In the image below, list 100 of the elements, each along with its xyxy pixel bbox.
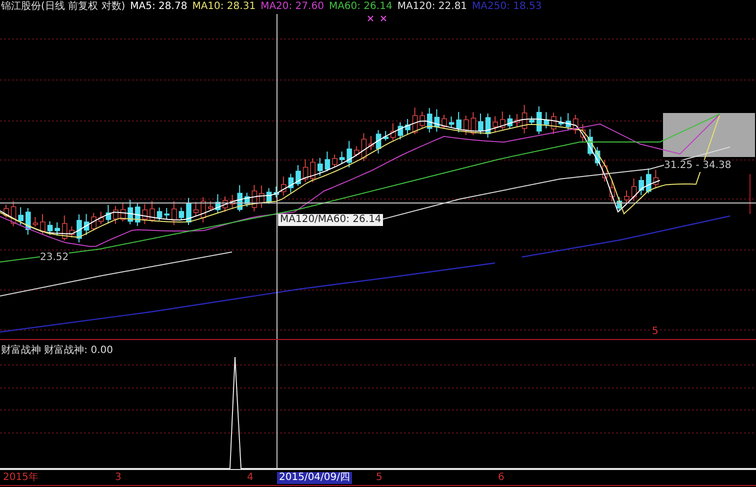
candlestick xyxy=(76,214,82,243)
candlestick xyxy=(522,104,528,134)
candlestick xyxy=(573,114,578,134)
candlestick xyxy=(492,116,498,132)
candlestick xyxy=(106,204,112,224)
candlestick xyxy=(368,135,374,151)
candlestick xyxy=(26,208,31,236)
cross-marker-icon xyxy=(368,16,386,22)
candlestick xyxy=(339,151,345,164)
candlestick xyxy=(230,194,236,210)
price-range-label: 31.25 - 34.38 xyxy=(664,160,732,172)
candlestick xyxy=(310,158,316,183)
moving-average-label: MA10: 28.31 xyxy=(192,0,256,14)
candlestick xyxy=(10,200,16,227)
candlestick xyxy=(442,114,447,130)
candlestick xyxy=(354,146,360,157)
candlestick xyxy=(624,190,630,204)
candlestick xyxy=(98,211,104,225)
candlestick xyxy=(361,132,367,162)
candlestick xyxy=(405,118,410,136)
chart-title: 锦江股份(日线 前复权 对数) xyxy=(1,0,126,14)
candlestick xyxy=(346,140,352,168)
candlestick xyxy=(383,130,388,142)
candlestick xyxy=(237,184,242,212)
candlestick xyxy=(507,114,513,130)
candlestick xyxy=(252,184,258,212)
candlestick xyxy=(193,201,199,217)
candlestick xyxy=(376,130,382,154)
candlestick xyxy=(500,111,506,130)
candlestick xyxy=(178,206,184,220)
candlestick xyxy=(54,222,60,236)
date-label: 2015/04/09/四 xyxy=(277,472,352,484)
moving-average-label: MA60: 26.14 xyxy=(328,0,392,14)
candlestick xyxy=(588,128,593,156)
candlestick xyxy=(244,192,250,208)
date-label: 5 xyxy=(375,472,384,484)
candlestick xyxy=(18,206,24,226)
candlestick xyxy=(434,108,440,132)
candlestick xyxy=(420,111,425,129)
candlestick xyxy=(4,204,9,218)
candlestick xyxy=(616,196,622,211)
date-label: 3 xyxy=(114,472,122,484)
candlestick xyxy=(215,194,221,214)
candlestick xyxy=(142,203,148,225)
candlestick xyxy=(318,157,323,176)
indicator-title: 财富战神 财富战神: 0.00 xyxy=(1,344,113,357)
candlestick xyxy=(580,124,586,143)
moving-average-label: MA20: 27.60 xyxy=(260,0,324,14)
candlestick xyxy=(551,112,556,134)
candlestick xyxy=(84,214,90,236)
candlestick xyxy=(156,207,162,221)
candlestick xyxy=(610,179,615,202)
candlestick xyxy=(266,188,272,204)
candlestick xyxy=(536,106,542,135)
candlestick xyxy=(456,111,462,133)
candlestick xyxy=(69,226,75,238)
date-label: 2015年 xyxy=(2,472,40,484)
candlestick xyxy=(281,176,286,196)
date-label: 6 xyxy=(497,472,506,484)
moving-average-label: MA250: 18.53 xyxy=(472,0,542,14)
candlestick xyxy=(646,168,652,194)
candlestick xyxy=(332,154,338,168)
candlestick xyxy=(32,216,38,228)
moving-average-label: MA120: 22.81 xyxy=(397,0,468,14)
candlestick xyxy=(172,200,177,226)
candlestick xyxy=(398,122,404,140)
candlestick xyxy=(427,108,432,133)
candlestick xyxy=(638,176,644,196)
candlestick xyxy=(478,113,484,135)
candlestick xyxy=(602,159,608,182)
moving-average-label: MA5: 28.78 xyxy=(130,0,188,14)
candlestick xyxy=(514,114,520,127)
crosshair-value-label: MA120/MA60: 26.14 xyxy=(278,214,384,226)
candlestick xyxy=(164,207,170,220)
candlestick xyxy=(594,146,600,166)
candlestick xyxy=(120,203,126,222)
candlestick xyxy=(91,212,96,232)
candlestick xyxy=(448,116,454,128)
candlestick xyxy=(544,112,550,129)
candlestick xyxy=(113,206,118,224)
date-label: 4 xyxy=(246,472,254,484)
candlestick xyxy=(296,164,301,186)
candlestick xyxy=(208,200,214,211)
candlestick xyxy=(150,200,155,223)
candlestick xyxy=(470,112,476,136)
candlestick xyxy=(412,107,418,135)
candlestick xyxy=(631,178,637,202)
candlestick xyxy=(128,199,133,225)
candlestick xyxy=(186,197,192,226)
candlestick xyxy=(653,169,659,188)
candlestick xyxy=(464,115,469,136)
candlestick xyxy=(259,184,264,208)
candlestick xyxy=(200,196,206,224)
candlestick xyxy=(390,122,396,141)
candlestick xyxy=(288,173,294,194)
candlestick xyxy=(302,158,308,183)
candlestick xyxy=(135,202,140,227)
candlestick xyxy=(222,196,228,212)
candlestick xyxy=(485,113,491,138)
candlestick xyxy=(40,213,46,235)
